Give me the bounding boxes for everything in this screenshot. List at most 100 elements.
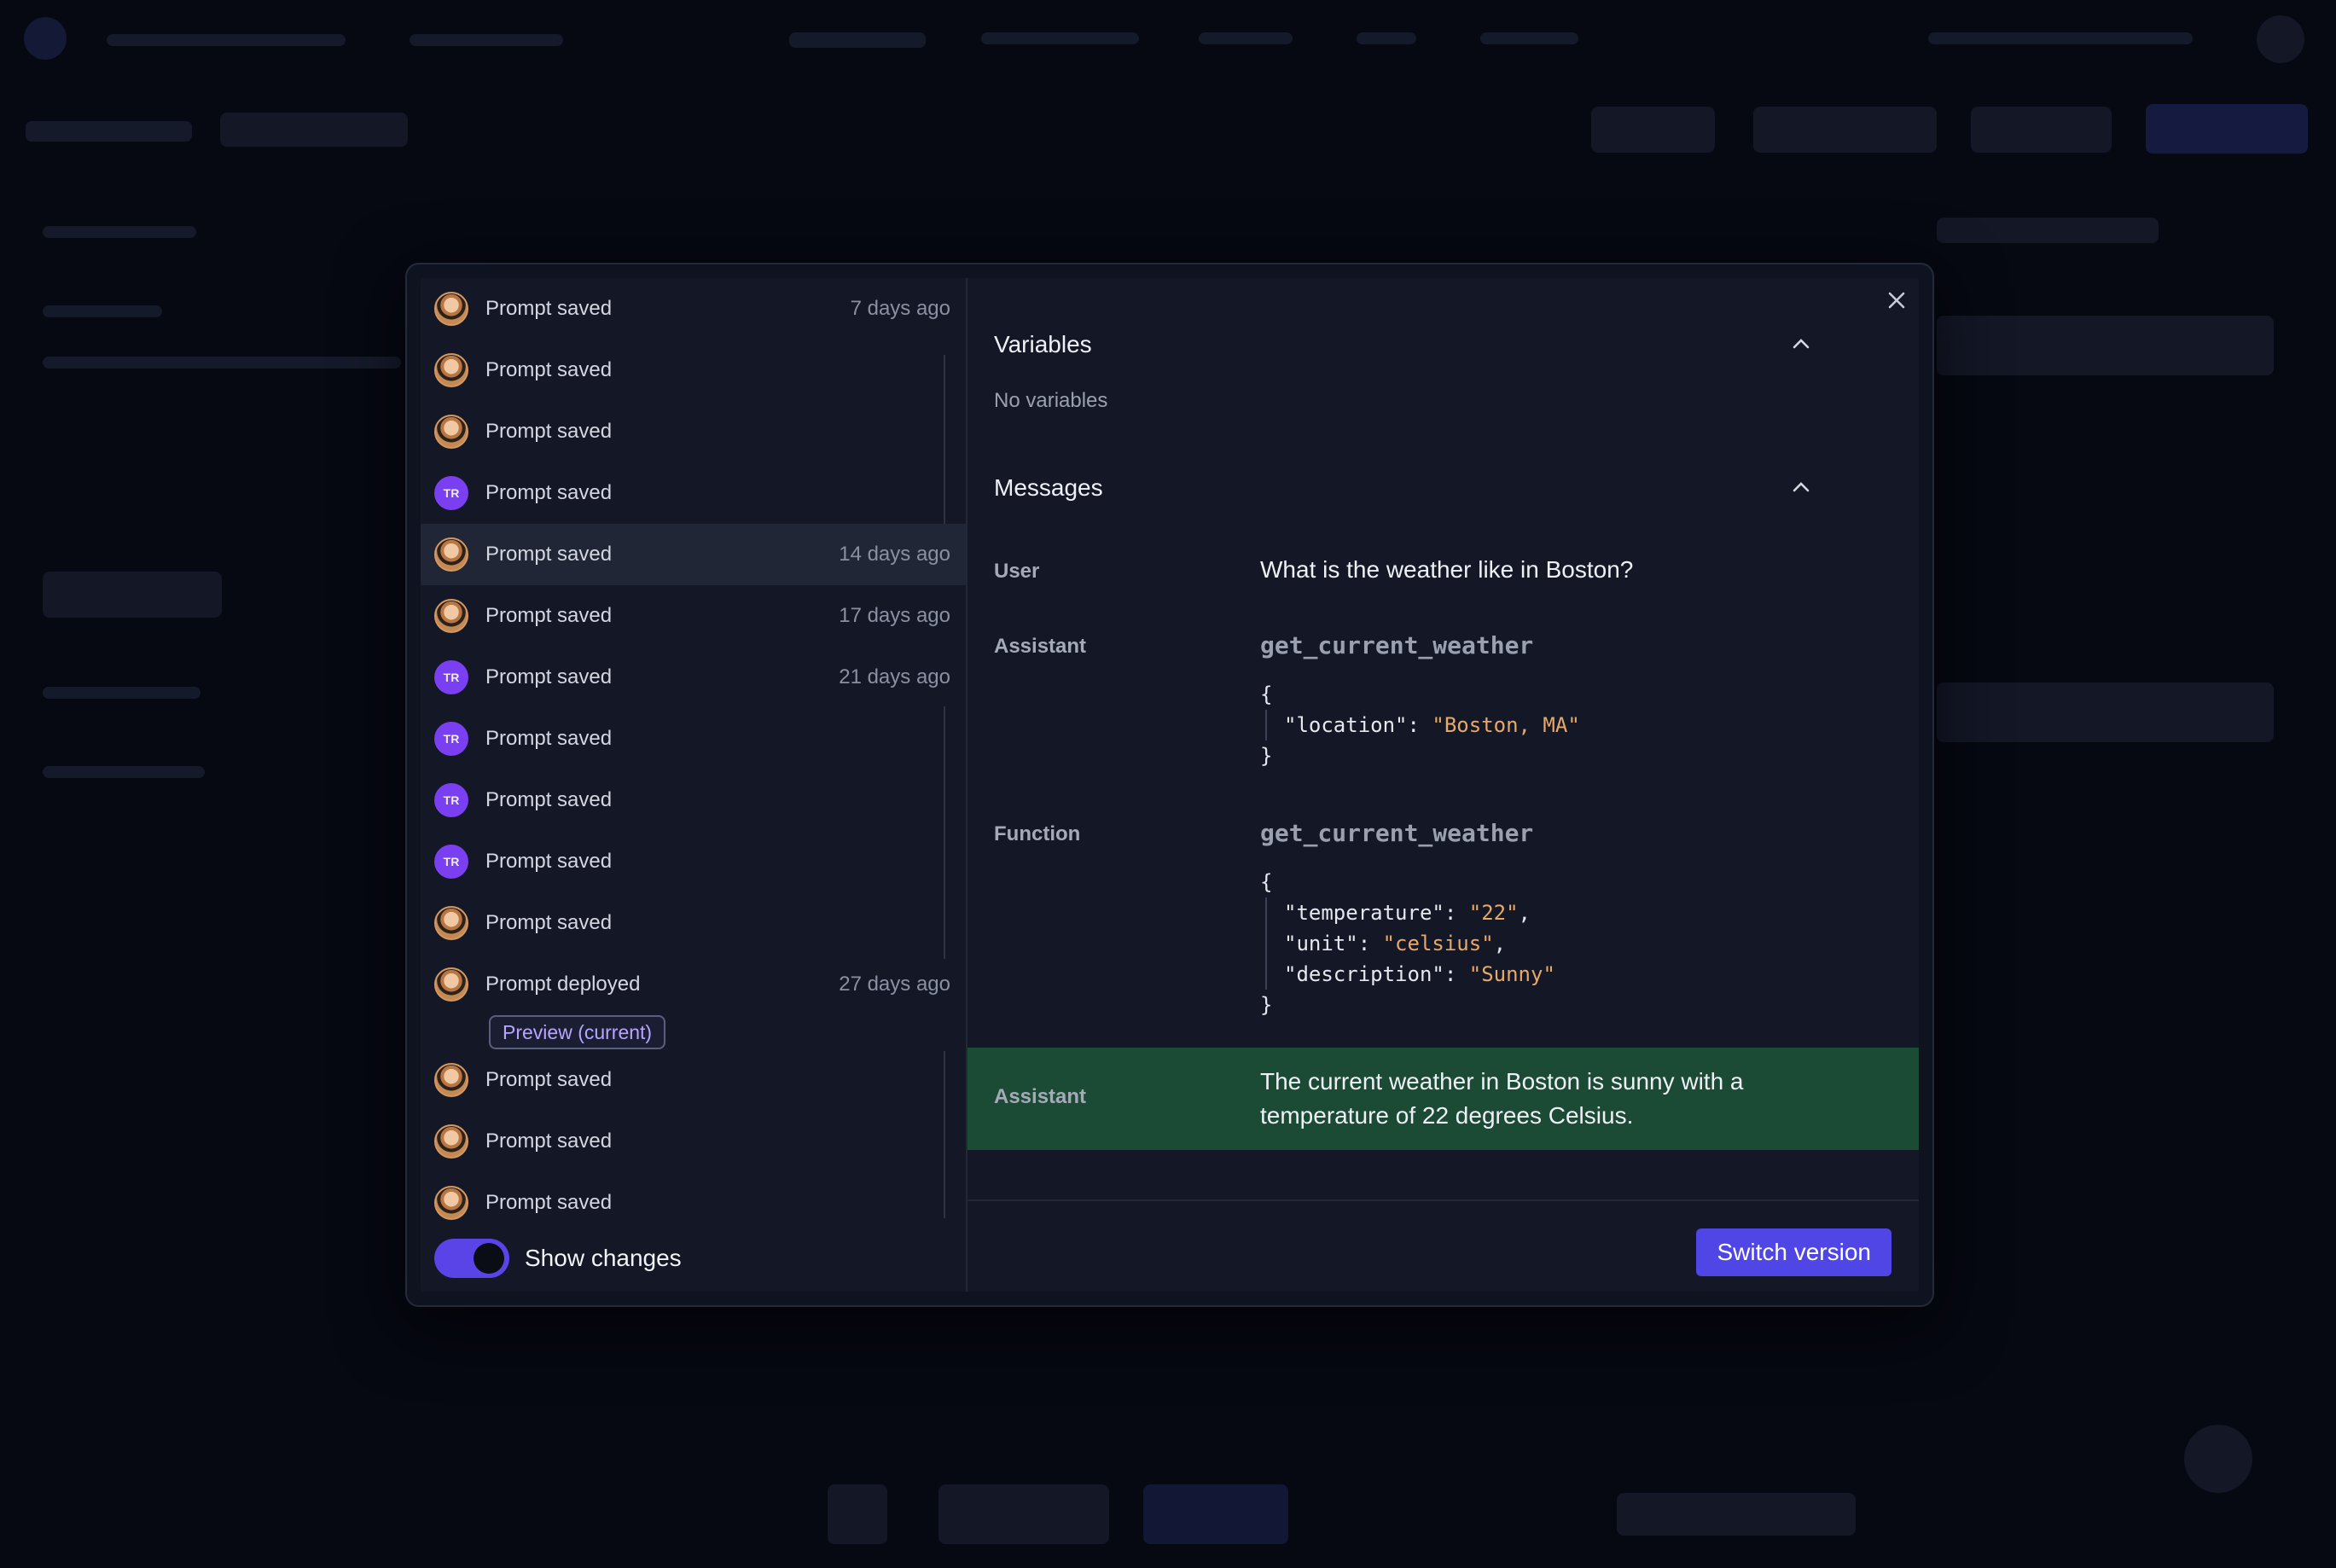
code-line: "description": "Sunny" [1260,959,1555,990]
code-key: "unit": [1284,932,1383,955]
bg-btn-3 [1971,107,2112,153]
history-item-label: Prompt saved [485,358,613,381]
user-avatar [434,967,468,1002]
bg-chip [220,113,408,147]
history-item[interactable]: Prompt saved 17 days ago [421,585,966,647]
switch-version-button[interactable]: Switch version [1696,1228,1891,1276]
history-item-label: Prompt saved [485,1191,613,1214]
history-item-label: Prompt saved [485,788,613,811]
bg-b3 [1143,1484,1288,1544]
user-avatar [434,415,468,449]
user-avatar [434,1186,468,1220]
history-item[interactable]: Prompt saved [421,1172,966,1234]
history-item-time: 27 days ago [839,973,950,996]
bg-nav-3 [1199,32,1293,44]
code-indent-bar [1265,897,1267,990]
history-item[interactable]: TR Prompt saved 21 days ago [421,647,966,708]
bg-nav-4 [1357,32,1416,44]
history-item-label: Prompt saved [485,481,613,504]
show-changes-toggle[interactable] [434,1239,509,1278]
history-item[interactable]: TR Prompt saved [421,831,966,892]
bg-functions [43,766,205,778]
app-logo [24,17,67,60]
bg-b4 [1617,1493,1856,1536]
bg-nav-2 [981,32,1139,44]
history-item[interactable]: Prompt saved [421,892,966,954]
bg-b2 [938,1484,1109,1544]
bg-search [1928,32,2193,44]
user-message: What is the weather like in Boston? [1260,556,1634,583]
history-item-time: 17 days ago [839,604,950,627]
code-brace: } [1260,744,1273,768]
bg-page-title [26,121,192,142]
user-avatar [434,537,468,572]
history-item-label: Prompt saved [485,727,613,750]
history-item-label: Prompt saved [485,420,613,443]
bg-btn-1 [1591,107,1715,153]
user-avatar-initials: TR [434,845,468,879]
history-item[interactable]: Prompt saved [421,340,966,401]
user-avatar [434,906,468,940]
message-role-assistant: Assistant [994,1085,1087,1108]
bg-workspace [107,34,346,46]
code-brace: } [1260,993,1273,1017]
show-changes-label: Show changes [525,1245,682,1271]
message-role-function: Function [994,822,1081,845]
history-item-label: Prompt deployed [485,973,641,996]
history-item-label: Prompt saved [485,1068,613,1091]
function-result-body: { "temperature": "22", "unit": "celsius"… [1260,867,1555,1020]
code-brace: { [1260,870,1273,894]
history-item-label: Prompt saved [485,911,613,934]
user-avatar [434,1124,468,1159]
code-key: "description": [1284,962,1469,986]
code-line: "temperature": "22", [1284,901,1531,925]
assistant-final-message: The current weather in Boston is sunny w… [1260,1065,1744,1133]
version-detail-panel: Variables No variables Messages User Wha… [968,278,1919,1292]
history-item-label: Prompt saved [485,543,613,566]
history-item-label: Prompt saved [485,297,613,320]
bg-nav-1 [789,32,926,48]
history-item-time: 21 days ago [839,665,950,688]
user-avatar [434,1063,468,1097]
message-line: temperature of 22 degrees Celsius. [1260,1102,1634,1129]
history-item[interactable]: Prompt saved 7 days ago [421,278,966,340]
chevron-up-icon[interactable] [1790,336,1812,351]
variables-title: Variables [994,331,1092,357]
user-avatar-initials: TR [434,783,468,817]
message-role-user: User [994,560,1040,583]
preview-current-badge: Preview (current) [489,1015,666,1049]
user-avatar [434,292,468,326]
history-item[interactable]: Prompt saved [421,401,966,462]
footer-divider [968,1199,1919,1201]
history-item-label: Prompt saved [485,604,613,627]
history-item[interactable]: TR Prompt saved [421,769,966,831]
user-avatar-initials: TR [434,722,468,756]
function-call-arguments: { "location": "Boston, MA" } [1260,679,1580,771]
modal-body: Prompt saved 7 days ago Prompt saved Pro… [421,278,1919,1292]
history-item-label: Prompt saved [485,1130,613,1153]
history-item[interactable]: TR Prompt saved [421,462,966,524]
bg-btn-primary [2146,104,2308,154]
history-item-label: Prompt saved [485,665,613,688]
close-icon[interactable] [1885,288,1909,312]
code-string: "22" [1468,901,1519,925]
history-item[interactable]: Prompt saved [421,1049,966,1111]
function-result-name: get_current_weather [1260,819,1534,847]
code-string: "celsius" [1382,932,1494,955]
no-variables-text: No variables [994,389,1108,412]
bg-system-text [43,357,401,369]
version-history-modal: Prompt saved 7 days ago Prompt saved Pro… [405,263,1934,1307]
function-call-name: get_current_weather [1260,631,1534,659]
chevron-up-icon[interactable] [1790,479,1812,495]
code-string: "Boston, MA" [1432,713,1580,737]
history-item[interactable]: Prompt saved [421,1111,966,1172]
code-brace: { [1260,682,1273,706]
history-item-time: 14 days ago [839,543,950,566]
history-item-selected[interactable]: Prompt saved 14 days ago [421,524,966,585]
history-item[interactable]: TR Prompt saved [421,708,966,769]
bg-fab [2184,1425,2252,1493]
history-item-label: Prompt saved [485,850,613,873]
code-key: "location": [1284,713,1432,737]
history-item-deployed[interactable]: Prompt deployed 27 days ago Preview (cur… [421,954,966,1049]
bg-params [1937,218,2159,243]
